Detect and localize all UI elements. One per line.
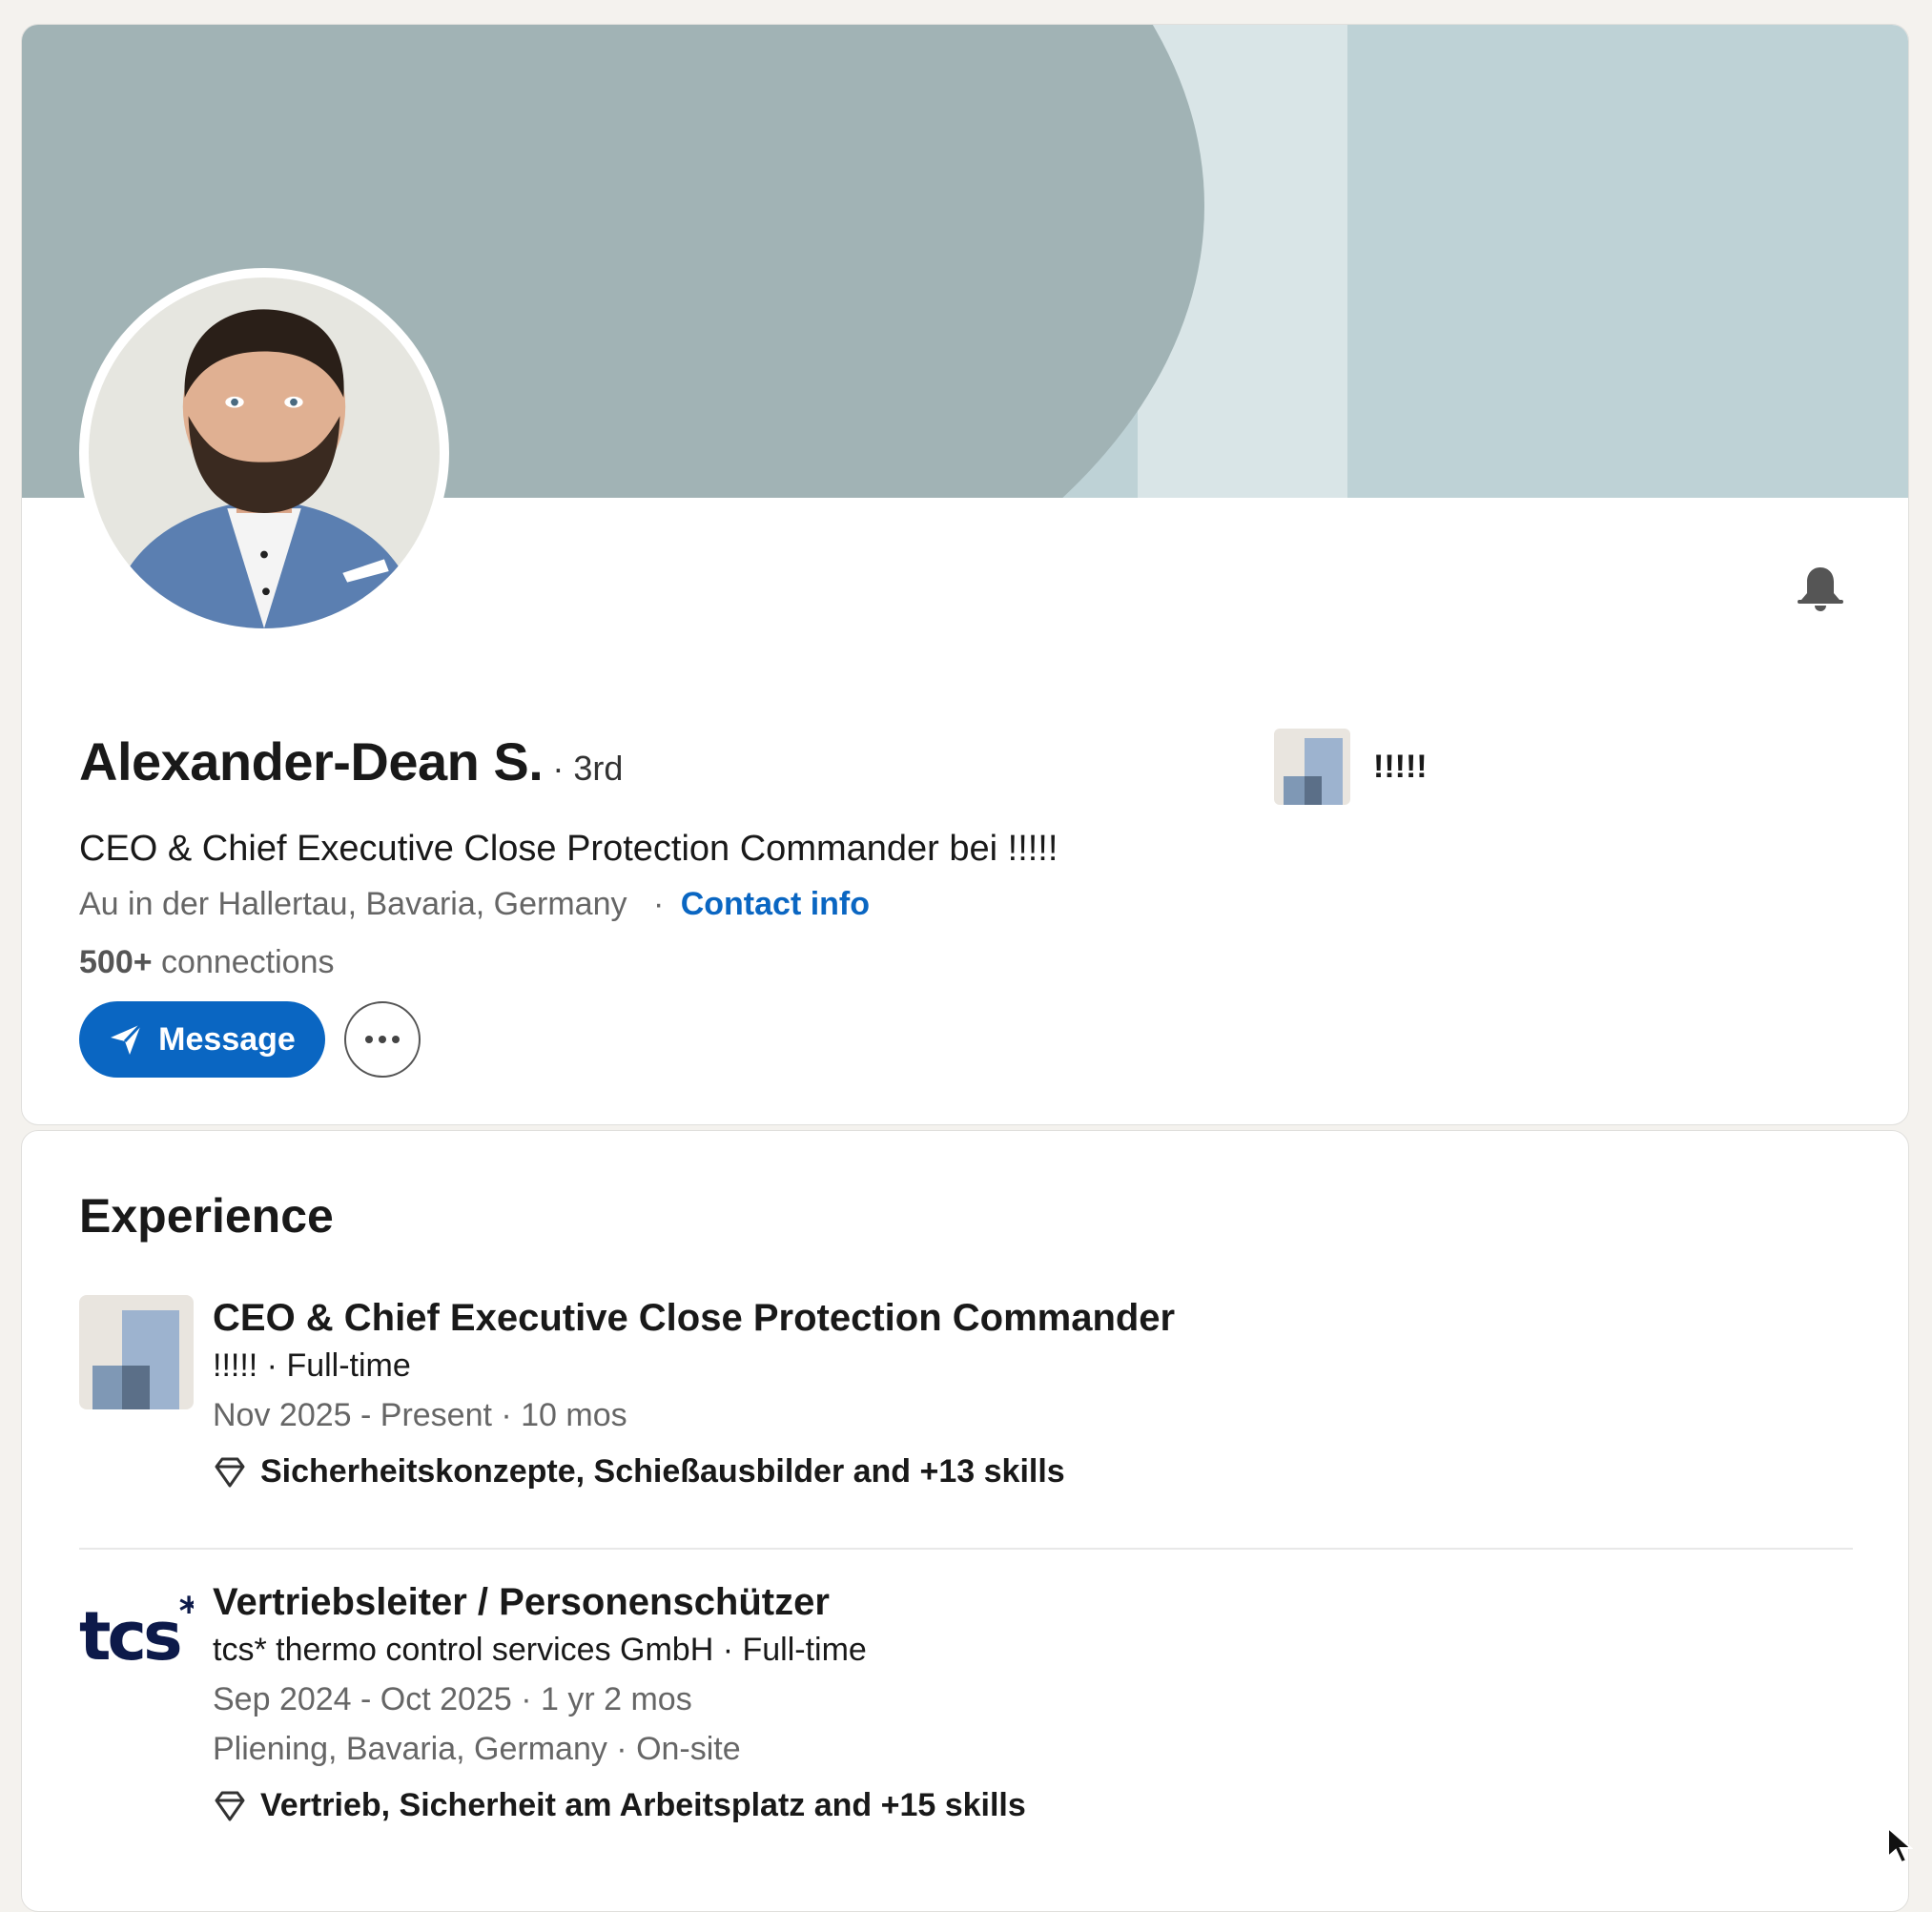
experience-dates: Sep 2024 - Oct 2025 · 1 yr 2 mos — [213, 1681, 692, 1717]
company-logo-placeholder-icon — [79, 1295, 194, 1409]
profile-card: Alexander-Dean S. · 3rd !!!!! CEO & Chie… — [21, 24, 1909, 1125]
diamond-icon — [215, 1791, 245, 1820]
experience-skills-label: Vertrieb, Sicherheit am Arbeitsplatz and… — [260, 1787, 1026, 1823]
experience-skills[interactable]: Vertrieb, Sicherheit am Arbeitsplatz and… — [213, 1787, 1026, 1824]
connections-count: 500+ — [79, 944, 153, 980]
message-button-label: Message — [158, 1020, 296, 1058]
experience-dates: Nov 2025 - Present · 10 mos — [213, 1397, 627, 1433]
more-actions-button[interactable] — [344, 1001, 421, 1078]
experience-skills[interactable]: Sicherheitskonzepte, Schießausbilder and… — [213, 1453, 1175, 1491]
tcs-logo-text: tcs — [79, 1597, 183, 1676]
mouse-cursor-icon — [1887, 1826, 1913, 1864]
profile-location: Au in der Hallertau, Bavaria, Germany — [79, 886, 627, 922]
location-separator: · — [652, 886, 665, 922]
send-icon — [111, 1022, 143, 1055]
diamond-icon — [215, 1457, 245, 1487]
tcs-logo: tcs* — [79, 1579, 194, 1694]
profile-headline: CEO & Chief Executive Close Protection C… — [79, 829, 1058, 869]
name-row: Alexander-Dean S. · 3rd — [79, 730, 623, 792]
experience-company-line: tcs* thermo control services GmbH · Full… — [213, 1632, 867, 1668]
experience-details: CEO & Chief Executive Close Protection C… — [213, 1295, 1175, 1491]
more-horizontal-icon — [365, 1036, 400, 1043]
experience-skills-label: Sicherheitskonzepte, Schießausbilder and… — [260, 1453, 1065, 1490]
profile-name: Alexander-Dean S. — [79, 731, 544, 792]
experience-divider — [79, 1548, 1853, 1550]
experience-company-logo[interactable]: tcs* — [79, 1579, 194, 1694]
experience-role[interactable]: CEO & Chief Executive Close Protection C… — [213, 1295, 1175, 1341]
bell-icon[interactable] — [1794, 562, 1847, 615]
experience-item[interactable]: tcs* Vertriebsleiter / Personenschützer … — [79, 1579, 1853, 1865]
connections-label: connections — [161, 944, 335, 980]
experience-item[interactable]: CEO & Chief Executive Close Protection C… — [79, 1295, 1853, 1514]
message-button[interactable]: Message — [79, 1001, 325, 1078]
experience-company-logo[interactable] — [79, 1295, 194, 1409]
connections-row[interactable]: 500+ connections — [79, 944, 335, 981]
tcs-logo-mark: * — [179, 1590, 194, 1634]
experience-card: Experience CEO & Chief Executive Close P… — [21, 1130, 1909, 1912]
profile-avatar[interactable] — [79, 268, 449, 638]
current-company-link[interactable]: !!!!! — [1274, 729, 1428, 805]
experience-details: Vertriebsleiter / Personenschützer tcs* … — [213, 1579, 1026, 1824]
location-row: Au in der Hallertau, Bavaria, Germany · … — [79, 886, 870, 923]
experience-role[interactable]: Vertriebsleiter / Personenschützer — [213, 1579, 1026, 1625]
contact-info-link[interactable]: Contact info — [681, 886, 870, 922]
connection-degree: · 3rd — [552, 749, 624, 788]
current-company-name: !!!!! — [1373, 748, 1428, 785]
experience-company-line: !!!!! · Full-time — [213, 1347, 411, 1384]
experience-location: Pliening, Bavaria, Germany · On-site — [213, 1731, 741, 1767]
company-logo-placeholder-icon — [1274, 729, 1350, 805]
avatar-photo — [89, 278, 440, 628]
experience-heading: Experience — [79, 1189, 334, 1243]
